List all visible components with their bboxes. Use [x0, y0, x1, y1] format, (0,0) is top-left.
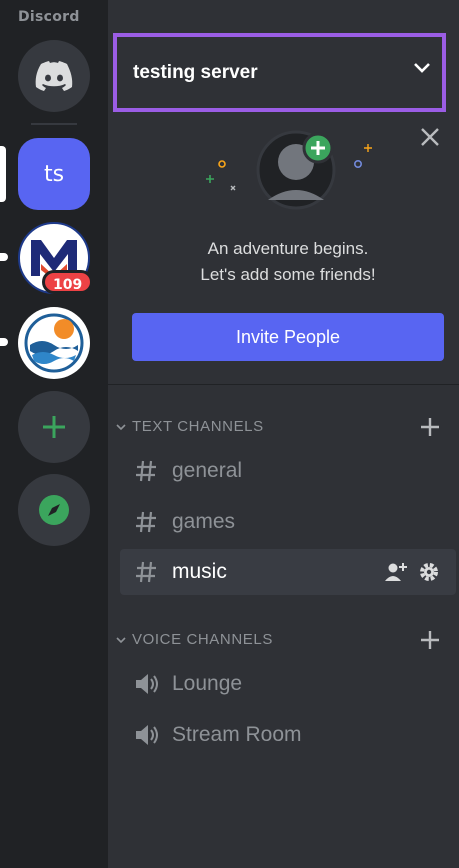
hash-icon [134, 510, 160, 534]
channel-actions [384, 561, 440, 583]
text-channels-category[interactable]: TEXT CHANNELS [116, 418, 264, 435]
gear-icon[interactable] [418, 561, 440, 583]
explore-servers-button[interactable] [18, 474, 90, 546]
invite-people-button[interactable]: Invite People [132, 313, 444, 361]
section-divider [108, 384, 459, 385]
voice-channels-category[interactable]: VOICE CHANNELS [116, 631, 273, 648]
hash-icon [134, 560, 160, 584]
server-rail: Discord ts 109 [0, 0, 108, 868]
server-name: testing server [133, 61, 258, 83]
selected-indicator [0, 146, 6, 202]
compass-icon [39, 495, 69, 525]
sunset-wave-logo-icon [24, 313, 84, 373]
discord-logo-icon [35, 61, 73, 91]
welcome-text: An adventure begins. Let's add some frie… [132, 236, 444, 288]
home-button[interactable] [18, 40, 90, 112]
speaker-icon [134, 723, 160, 747]
hash-icon [134, 459, 160, 483]
voice-channel-lounge[interactable]: Lounge [120, 661, 456, 707]
discord-app: Discord ts 109 testing server An adventu… [0, 0, 459, 868]
channel-name: general [172, 459, 243, 482]
channel-name: games [172, 510, 236, 533]
create-text-channel-plus-icon[interactable] [419, 416, 441, 438]
chevron-down-icon [414, 63, 430, 73]
voice-channel-stream-room[interactable]: Stream Room [120, 712, 456, 758]
add-server-button[interactable] [18, 391, 90, 463]
chevron-down-icon [116, 636, 126, 643]
channel-games[interactable]: games [120, 499, 456, 545]
channel-name: Stream Room [172, 723, 302, 746]
category-label: TEXT CHANNELS [132, 418, 264, 435]
channel-name: Lounge [172, 672, 243, 695]
channel-general[interactable]: general [120, 448, 456, 494]
unread-indicator-2 [0, 338, 8, 346]
unread-indicator [0, 253, 8, 261]
close-icon[interactable] [419, 126, 441, 148]
create-voice-channel-plus-icon[interactable] [419, 629, 441, 651]
mention-badge: 109 [42, 270, 94, 294]
welcome-line-1: An adventure begins. [207, 239, 369, 258]
chevron-down-icon [116, 423, 126, 430]
channel-name: music [172, 560, 227, 583]
category-label: VOICE CHANNELS [132, 631, 273, 648]
server-initials: ts [43, 161, 65, 187]
server-header[interactable]: testing server [113, 33, 446, 112]
welcome-line-2: Let's add some friends! [200, 265, 376, 284]
plus-icon [43, 416, 65, 438]
brand-label: Discord [18, 9, 80, 25]
server-testing-server[interactable]: ts [18, 138, 90, 210]
invite-member-icon[interactable] [384, 561, 408, 583]
speaker-icon [134, 672, 160, 696]
server-landscape[interactable] [18, 307, 90, 379]
channel-music[interactable]: music [120, 549, 456, 595]
add-friends-illustration [206, 130, 372, 210]
rail-separator [31, 123, 77, 125]
